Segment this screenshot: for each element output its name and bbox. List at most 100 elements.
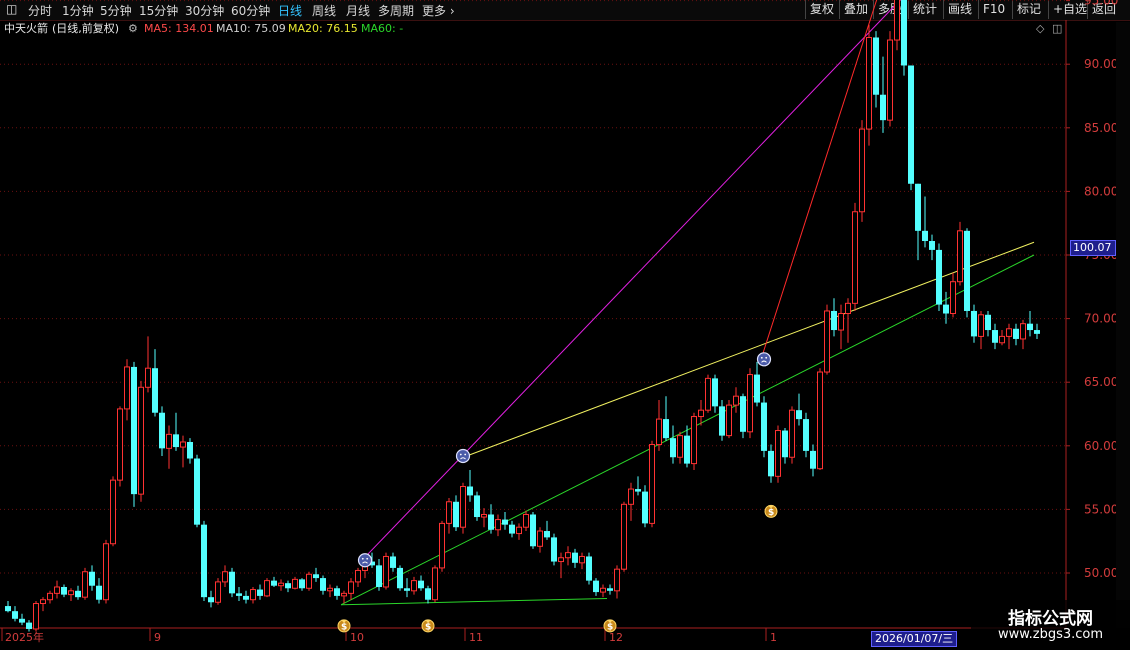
candle-body <box>726 404 732 437</box>
candle <box>138 380 144 502</box>
candle-body <box>264 580 270 597</box>
candle-body <box>313 574 319 579</box>
candle-body <box>957 230 963 283</box>
candle-body <box>551 537 557 562</box>
candle <box>299 578 305 591</box>
candle <box>341 590 347 604</box>
candle-body <box>831 310 837 331</box>
candle <box>852 202 858 311</box>
candle-body <box>439 522 445 569</box>
x-tick-label: 11 <box>469 631 483 644</box>
candle <box>215 578 221 605</box>
candlestick-chart[interactable]: 50.0055.0060.0065.0070.0075.0080.0085.00… <box>0 0 1130 650</box>
candle-body <box>96 585 102 600</box>
candle-body <box>859 128 865 213</box>
sad-face-eye <box>366 557 369 560</box>
candle <box>278 579 284 591</box>
candle-body <box>810 450 816 469</box>
candle-body <box>12 611 18 619</box>
candle <box>187 438 193 464</box>
candle <box>824 304 830 375</box>
candle-body <box>698 409 704 418</box>
candle-body <box>75 590 81 598</box>
candle-body <box>355 569 361 583</box>
candle-body <box>1034 330 1040 334</box>
candle-body <box>866 36 872 130</box>
candle-body <box>446 501 452 524</box>
candle <box>418 575 424 591</box>
sad-face-circle <box>455 448 471 464</box>
candle <box>131 361 137 507</box>
candle-body <box>719 406 725 436</box>
y-tick-label: 55.00 <box>1084 502 1118 516</box>
candle-body <box>572 552 578 563</box>
candle <box>901 0 907 76</box>
candle <box>117 406 123 487</box>
candle <box>810 444 816 477</box>
candle-body <box>768 450 774 477</box>
sad-face-eye <box>459 453 462 456</box>
candle <box>313 567 319 582</box>
candle <box>5 600 11 613</box>
candle-body <box>376 565 382 587</box>
y-tick-label: 65.00 <box>1084 375 1118 389</box>
candle-body <box>159 412 165 449</box>
candle <box>166 425 172 469</box>
candle-body <box>614 568 620 592</box>
candle <box>47 590 53 604</box>
candle <box>712 374 718 413</box>
candle-body <box>418 580 424 589</box>
candle-body <box>943 304 949 314</box>
candle-body <box>5 606 11 612</box>
candle-body <box>712 378 718 407</box>
trend-line <box>760 0 878 360</box>
y-tick-label: 80.00 <box>1084 184 1118 198</box>
candle <box>838 304 844 350</box>
candle-body <box>894 0 900 41</box>
candle <box>194 454 200 528</box>
candle-body <box>208 597 214 603</box>
candle <box>467 469 473 502</box>
candle-body <box>817 371 823 470</box>
candle-body <box>187 441 193 459</box>
candle-body <box>292 578 298 589</box>
candle <box>1027 310 1033 337</box>
candle-body <box>691 416 697 465</box>
candle-body <box>285 583 291 589</box>
candle <box>152 349 158 417</box>
candle-body <box>236 593 242 596</box>
candle <box>880 56 886 133</box>
candle <box>222 565 228 587</box>
candle <box>327 584 333 598</box>
candle-body <box>103 543 109 601</box>
candle <box>243 590 249 604</box>
candle <box>761 396 767 458</box>
candle <box>229 567 235 598</box>
candle <box>915 183 921 261</box>
candle <box>544 520 550 540</box>
y-tick-label: 50.00 <box>1084 566 1118 580</box>
side-strip <box>1116 22 1130 628</box>
candle <box>19 613 25 626</box>
candle-body <box>558 557 564 563</box>
candle <box>474 491 480 521</box>
candle <box>607 584 613 595</box>
candle <box>978 310 984 350</box>
candle-body <box>1027 323 1033 331</box>
candle <box>397 565 403 591</box>
candle-body <box>824 310 830 373</box>
candle <box>859 120 865 222</box>
candle <box>677 431 683 464</box>
candle <box>201 520 207 601</box>
candle-body <box>411 580 417 592</box>
candle-body <box>642 491 648 524</box>
candle-body <box>586 556 592 581</box>
candle-body <box>33 603 39 630</box>
money-bag-icon: $ <box>764 504 778 518</box>
candle <box>530 511 536 549</box>
candle-body <box>334 588 340 596</box>
candle <box>124 359 130 421</box>
candle <box>523 510 529 532</box>
y-tick-label: 95.00 <box>1084 0 1118 8</box>
candle <box>481 508 487 528</box>
